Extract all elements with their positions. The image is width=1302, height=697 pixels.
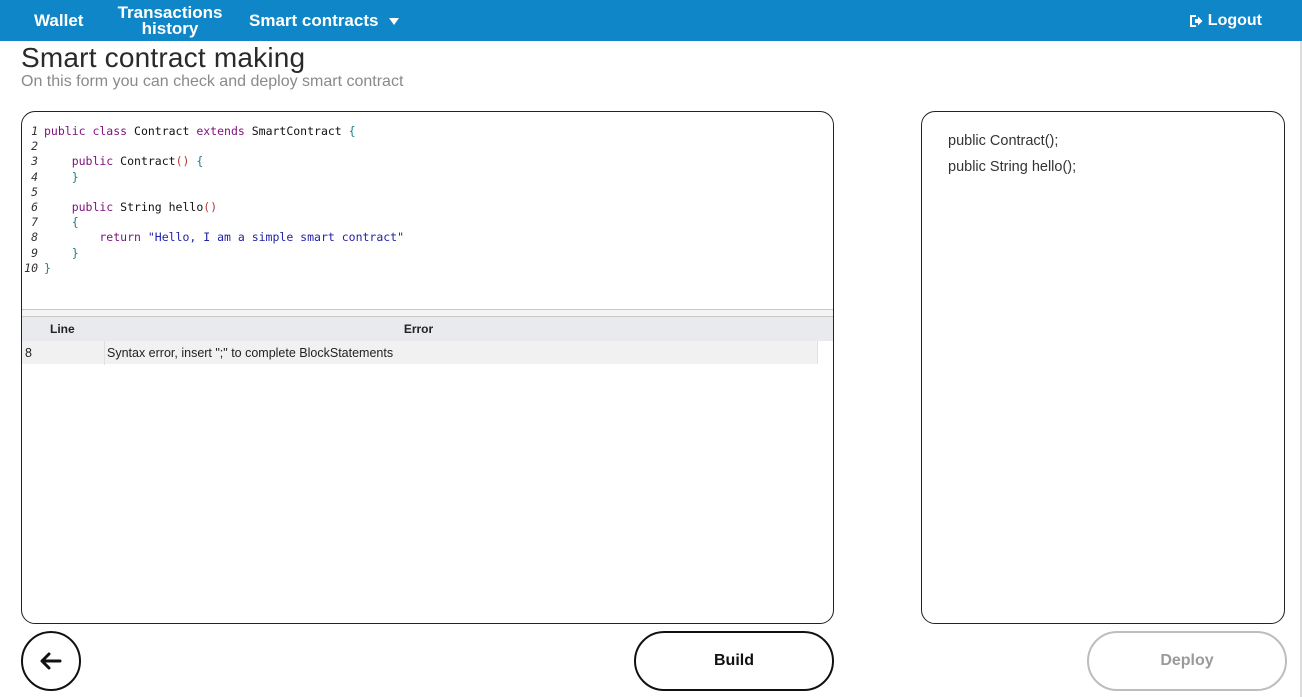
table-row[interactable]: 8 Syntax error, insert ";" to complete B… — [22, 341, 818, 364]
nav-transactions-history[interactable]: Transactions history — [115, 0, 225, 41]
line-number: 2 — [31, 139, 38, 154]
code-text: public class Contract extends SmartContr… — [44, 124, 356, 138]
caret-down-icon — [389, 18, 400, 25]
code-text: return "Hello, I am a simple smart contr… — [44, 230, 405, 245]
logout-label: Logout — [1207, 11, 1262, 29]
column-header-error: Error — [403, 322, 434, 336]
nav-smart-contracts-label: Smart contracts — [249, 10, 379, 30]
contract-methods-panel: public Contract(); public String hello()… — [921, 111, 1285, 624]
code-editor[interactable]: 1 public class Contract extends SmartCont… — [22, 124, 833, 309]
code-line: 8 return "Hello, I am a simple smart con… — [22, 230, 833, 245]
nav-transactions-label-line2: history — [141, 18, 199, 38]
arrow-left-icon — [40, 652, 62, 670]
code-line: 6 public String hello() — [22, 200, 833, 215]
method-item: public Contract(); — [948, 133, 1059, 149]
error-line-cell: 8 — [25, 345, 32, 360]
code-line: 3 public Contract() { — [22, 154, 833, 169]
line-number: 9 — [31, 245, 38, 260]
line-number: 3 — [31, 154, 38, 169]
code-text: } — [44, 169, 79, 184]
page-subtitle: On this form you can check and deploy sm… — [21, 73, 404, 90]
method-item: public String hello(); — [948, 159, 1077, 175]
code-line: 1 public class Contract extends SmartCont… — [22, 124, 833, 139]
nav-wallet[interactable]: Wallet — [34, 0, 83, 41]
code-line: 2 — [22, 139, 833, 154]
code-line: 9 } — [22, 246, 833, 261]
deploy-button[interactable]: Deploy — [1087, 631, 1287, 691]
code-text: { — [44, 215, 79, 230]
code-line: 4 } — [22, 170, 833, 185]
line-number: 4 — [31, 169, 38, 184]
line-number: 1 — [31, 124, 38, 138]
line-number: 7 — [31, 215, 38, 230]
code-text: public Contract() { — [44, 154, 204, 169]
editor-splitter[interactable] — [22, 309, 833, 317]
line-number: 8 — [31, 230, 38, 245]
back-button[interactable] — [21, 631, 81, 691]
code-line: 10} — [22, 261, 833, 276]
code-text: } — [44, 260, 51, 275]
line-number: 5 — [31, 184, 38, 199]
code-editor-panel: 1 public class Contract extends SmartCont… — [21, 111, 834, 624]
error-message-cell: Syntax error, insert ";" to complete Blo… — [107, 345, 394, 360]
page-title: Smart contract making — [21, 42, 306, 73]
top-navbar: Wallet Transactions history Smart contra… — [0, 0, 1302, 41]
code-line: 7 { — [22, 215, 833, 230]
code-line: 5 — [22, 185, 833, 200]
logout-button[interactable]: Logout — [1189, 0, 1262, 41]
logout-icon — [1189, 14, 1203, 27]
line-number: 6 — [31, 199, 38, 214]
code-text: } — [44, 245, 79, 260]
error-column-divider — [104, 341, 105, 365]
code-text: public String hello() — [44, 199, 218, 214]
line-number: 10 — [24, 260, 38, 275]
error-table-header: Line Error — [22, 317, 833, 341]
build-button[interactable]: Build — [634, 631, 834, 691]
column-header-line: Line — [50, 322, 75, 336]
nav-smart-contracts[interactable]: Smart contracts — [249, 0, 400, 41]
error-table: Line Error 8 Syntax error, insert ";" to… — [22, 317, 833, 364]
